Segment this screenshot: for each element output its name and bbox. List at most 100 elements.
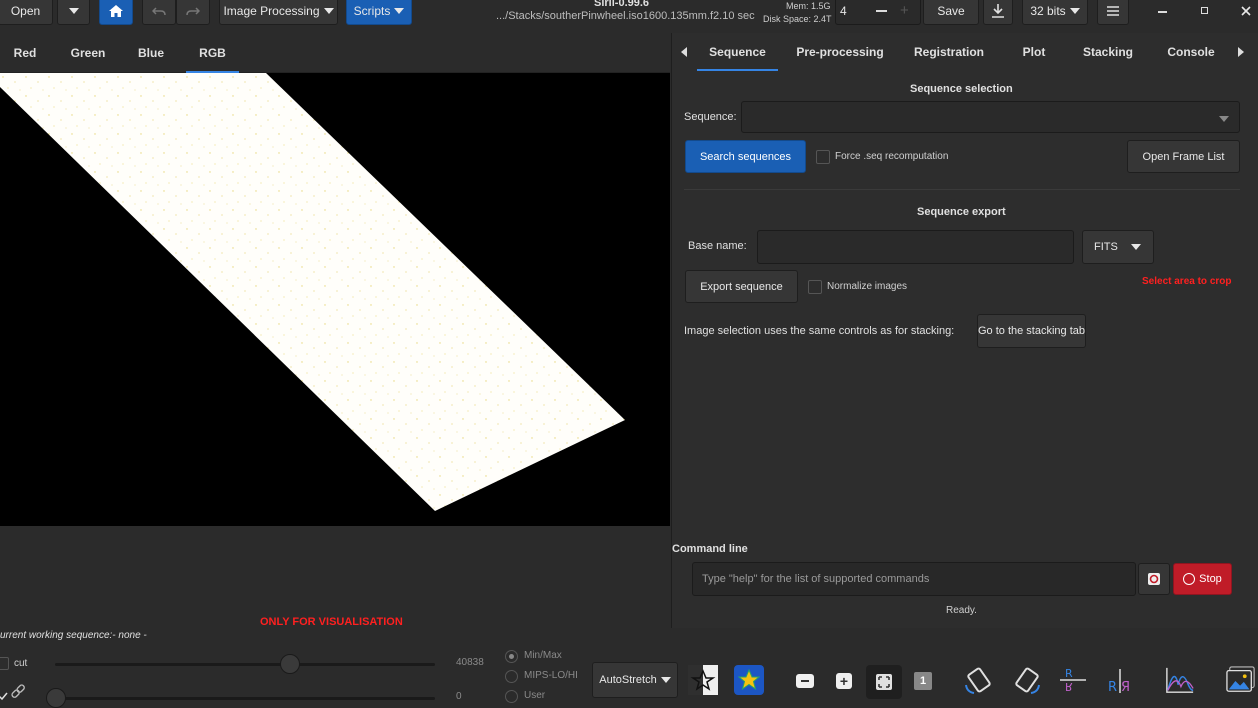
search-sequences-button[interactable]: Search sequences — [685, 140, 806, 173]
tab-pre-processing[interactable]: Pre-processing — [794, 33, 886, 71]
open-frame-list-button[interactable]: Open Frame List — [1127, 140, 1240, 173]
stacked-image-band — [0, 73, 625, 511]
max-slider-track[interactable] — [55, 663, 435, 666]
right-panel: Sequence Pre-processing Registration Plo… — [671, 33, 1258, 628]
maximize-icon — [1200, 6, 1208, 14]
radio-selected-dot — [509, 654, 514, 659]
tab-sequence[interactable]: Sequence — [697, 33, 778, 71]
open-button[interactable]: Open — [0, 0, 53, 25]
redo-icon — [186, 7, 200, 16]
open-menu-button[interactable] — [57, 0, 90, 25]
chevron-down-icon — [323, 8, 334, 14]
cut-checkbox[interactable] — [0, 657, 9, 670]
close-button[interactable] — [1234, 0, 1258, 22]
chevron-left-icon — [681, 47, 687, 57]
chevron-down-icon — [1219, 116, 1229, 122]
minus-icon[interactable] — [876, 10, 887, 12]
command-input[interactable]: Type "help" for the list of supported co… — [692, 562, 1136, 596]
color-view-button[interactable] — [734, 665, 764, 695]
min-slider-track[interactable] — [55, 697, 435, 700]
working-sequence-text: urrent working sequence:- none - — [0, 630, 147, 641]
chevron-down-icon — [68, 8, 79, 14]
thread-count-input[interactable]: 4 + — [835, 0, 921, 25]
stop-icon — [1183, 573, 1196, 585]
undo-button[interactable] — [142, 0, 176, 25]
rotate-right-icon — [1015, 667, 1040, 694]
zoom-out-button[interactable] — [790, 666, 820, 696]
sequence-selection-title: Sequence selection — [910, 83, 1013, 95]
radio-user[interactable] — [505, 690, 518, 703]
mirror-vertical-button[interactable]: RЯ — [1105, 665, 1135, 695]
tab-registration[interactable]: Registration — [912, 33, 986, 71]
force-recompute-checkbox[interactable] — [816, 150, 830, 164]
command-help-button[interactable] — [1138, 563, 1170, 595]
download-icon — [992, 4, 1004, 18]
stretch-mode-select[interactable]: AutoStretch — [592, 662, 678, 698]
image-processing-menu[interactable]: Image Processing — [219, 0, 338, 25]
tab-green[interactable]: Green — [62, 33, 114, 73]
max-value: 40838 — [456, 657, 484, 668]
rotate-right-button[interactable] — [1012, 665, 1042, 695]
image-viewer[interactable] — [0, 73, 670, 526]
negative-view-button[interactable] — [688, 665, 718, 695]
command-line-title: Command line — [672, 543, 748, 555]
maximize-button[interactable] — [1192, 0, 1216, 20]
undo-icon — [152, 7, 166, 16]
save-as-button[interactable] — [983, 0, 1013, 25]
mirror-y-icon: RЯ — [1108, 669, 1130, 695]
cut-label: cut — [14, 658, 28, 669]
rotate-left-icon — [965, 667, 991, 694]
file-path: .../Stacks/southerPinwheel.iso1600.135mm… — [496, 10, 755, 22]
link-icon[interactable] — [0, 684, 26, 704]
tabs-scroll-left[interactable] — [677, 44, 691, 60]
tab-stacking[interactable]: Stacking — [1082, 33, 1134, 71]
radio-mips[interactable] — [505, 670, 518, 683]
home-button[interactable] — [99, 0, 133, 25]
tab-plot[interactable]: Plot — [1020, 33, 1048, 71]
mirror-horizontal-button[interactable]: RR — [1058, 665, 1088, 695]
tab-blue[interactable]: Blue — [126, 33, 176, 73]
zoom-100-button[interactable]: 1 — [908, 666, 938, 696]
histogram-icon — [1166, 667, 1194, 693]
force-recompute-label: Force .seq recomputation — [835, 151, 949, 162]
radio-user-label: User — [524, 690, 546, 701]
tab-console[interactable]: Console — [1167, 33, 1214, 71]
tab-red[interactable]: Red — [0, 33, 50, 73]
minimize-icon — [1157, 11, 1167, 13]
sequence-combo[interactable] — [741, 101, 1240, 133]
scripts-menu[interactable]: Scripts — [346, 0, 412, 25]
base-name-label: Base name: — [688, 240, 747, 252]
main-menu-button[interactable] — [1097, 0, 1129, 25]
home-icon — [109, 5, 123, 17]
tab-rgb[interactable]: RGB — [186, 33, 239, 73]
svg-text:R: R — [1065, 680, 1073, 693]
min-slider-knob[interactable] — [46, 688, 66, 708]
plus-icon[interactable]: + — [900, 3, 909, 18]
go-to-stacking-button[interactable]: Go to the stacking tab — [977, 314, 1086, 348]
zoom-in-icon: + — [836, 673, 852, 689]
export-sequence-button[interactable]: Export sequence — [685, 270, 798, 303]
zoom-in-button[interactable]: + — [829, 666, 859, 696]
max-slider-knob[interactable] — [280, 654, 300, 674]
image-info-button[interactable] — [1226, 665, 1256, 695]
stop-button[interactable]: Stop — [1173, 563, 1232, 595]
base-name-input[interactable] — [757, 230, 1074, 264]
rotate-left-button[interactable] — [963, 665, 993, 695]
bit-depth-menu[interactable]: 32 bits — [1022, 0, 1088, 25]
one-to-one-icon: 1 — [914, 672, 932, 690]
chevron-right-icon — [1238, 47, 1244, 57]
histogram-button[interactable] — [1165, 665, 1195, 695]
tabs-scroll-right[interactable] — [1234, 44, 1248, 60]
right-tabs: Sequence Pre-processing Registration Plo… — [672, 33, 1258, 71]
redo-button[interactable] — [176, 0, 210, 25]
viewer-empty-area — [0, 526, 670, 628]
save-button[interactable]: Save — [923, 0, 979, 25]
images-icon — [1226, 666, 1255, 692]
radio-minmax[interactable] — [505, 650, 518, 663]
crop-hint: Select area to crop — [1142, 276, 1232, 287]
star-color-icon — [738, 669, 760, 691]
normalize-checkbox[interactable] — [808, 280, 822, 294]
minimize-button[interactable] — [1150, 0, 1174, 24]
format-select[interactable]: FITS — [1082, 230, 1154, 264]
zoom-fit-button[interactable] — [866, 665, 902, 699]
